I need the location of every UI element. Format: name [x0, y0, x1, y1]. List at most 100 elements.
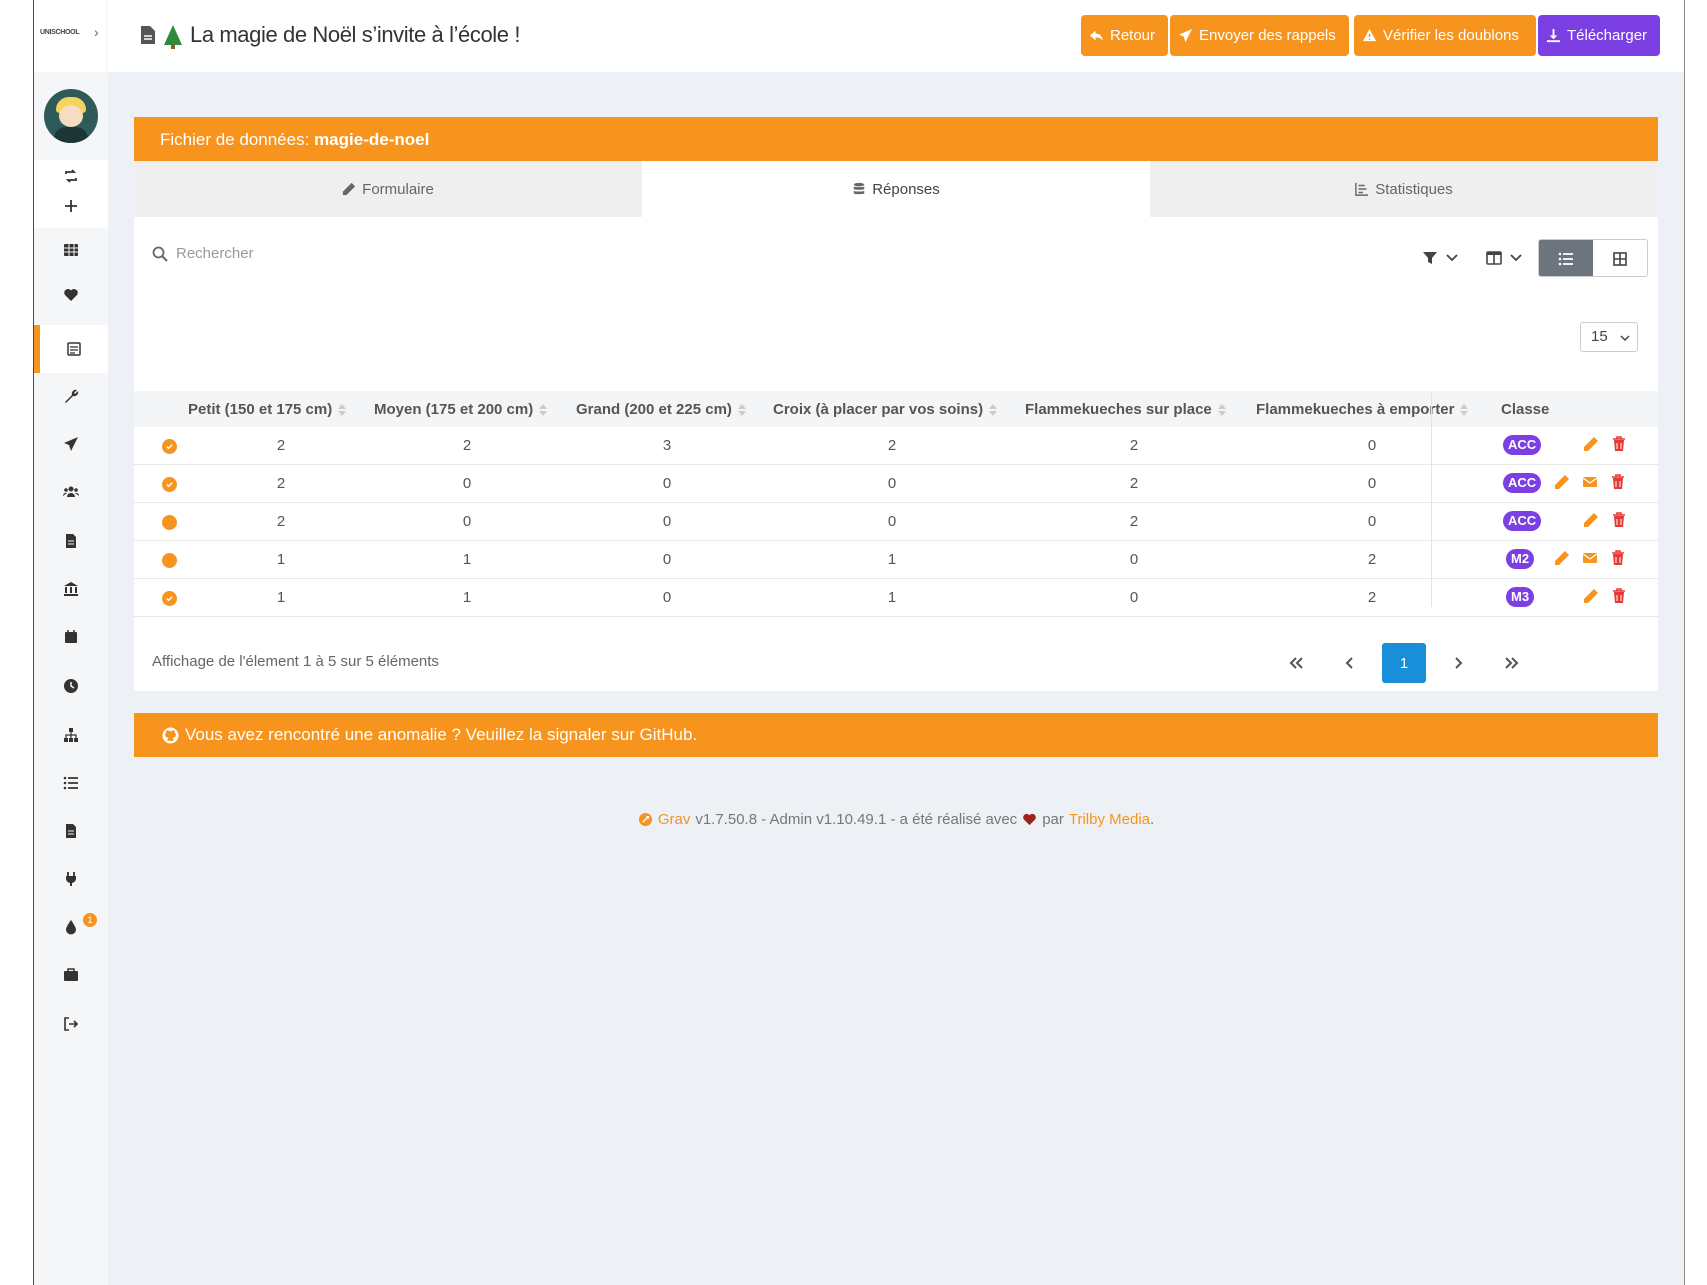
table-cell: 2 — [1367, 589, 1377, 606]
sidebar-item-history[interactable] — [34, 666, 108, 706]
sidebar-item-documents[interactable] — [34, 811, 108, 851]
email-icon[interactable] — [1582, 550, 1598, 571]
table-row[interactable]: 1 1 0 1 0 2 M3 — [134, 579, 1658, 617]
columns-dropdown[interactable] — [1478, 239, 1532, 277]
sidebar-item-structure[interactable] — [34, 715, 108, 755]
edit-icon[interactable] — [1583, 588, 1599, 609]
delete-icon[interactable] — [1611, 588, 1627, 609]
classe-badge: ACC — [1503, 511, 1542, 531]
table-row[interactable]: 2 2 3 2 2 0 ACC — [134, 427, 1658, 465]
table-cell: 1 — [276, 551, 286, 568]
table-cell: 1 — [462, 589, 472, 606]
pencil-icon — [343, 182, 356, 196]
sidebar-item-config[interactable] — [34, 376, 108, 416]
delete-icon[interactable] — [1610, 550, 1626, 571]
sidebar-item-list[interactable] — [34, 763, 108, 803]
chevron-down-icon — [1510, 254, 1522, 262]
calendar-list-icon — [67, 342, 81, 356]
sidebar-item-tools[interactable] — [34, 955, 108, 995]
sidebar-item-users[interactable] — [34, 472, 108, 512]
list-icon — [63, 776, 78, 790]
download-icon — [1546, 28, 1561, 43]
table-cell: 0 — [1367, 513, 1377, 530]
classe-badge: M2 — [1506, 549, 1535, 569]
list-view-button[interactable] — [1539, 240, 1593, 276]
column-header-flammekueches-sur-place[interactable]: Flammekueches sur place — [1025, 401, 1226, 418]
table-cell: 0 — [462, 475, 472, 492]
sidebar-item-messages[interactable] — [34, 424, 108, 464]
table-cell: 0 — [662, 551, 672, 568]
trilby-media-link[interactable]: Trilby Media — [1069, 811, 1150, 828]
double-chevron-right-icon — [1505, 657, 1519, 669]
table-cell: 2 — [276, 475, 286, 492]
send-reminders-button[interactable]: Envoyer des rappels — [1170, 15, 1349, 56]
sidebar-item-calendar[interactable] — [34, 617, 108, 657]
search-input[interactable]: Rechercher — [176, 245, 254, 262]
table-row[interactable]: 2 0 0 0 2 0 ACC — [134, 503, 1658, 541]
delete-icon[interactable] — [1611, 436, 1627, 457]
sidebar-item-pages[interactable] — [34, 521, 108, 561]
edit-icon[interactable] — [1583, 436, 1599, 457]
delete-icon[interactable] — [1611, 512, 1627, 533]
logout-icon — [64, 1017, 79, 1031]
column-header-classe[interactable]: Classe — [1501, 401, 1551, 418]
sidebar-item-forms[interactable] — [34, 325, 108, 373]
back-button[interactable]: Retour — [1081, 15, 1168, 56]
edit-icon[interactable] — [1583, 512, 1599, 533]
next-page-button[interactable] — [1436, 643, 1480, 683]
page-1-button[interactable]: 1 — [1382, 643, 1426, 683]
page-title-wrap: La magie de Noël s’invite à l’école ! — [140, 22, 520, 49]
sitemap-icon — [64, 728, 78, 742]
data-file-name: magie-de-noel — [314, 130, 430, 149]
sidebar-toggle-button[interactable]: › — [94, 24, 99, 40]
add-icon[interactable] — [34, 186, 108, 226]
sidebar-item-institution[interactable] — [34, 569, 108, 609]
status-pending-icon — [162, 553, 177, 568]
table-icon — [64, 244, 78, 256]
table-header: Petit (150 et 175 cm) Moyen (175 et 200 … — [134, 391, 1658, 427]
last-page-button[interactable] — [1490, 643, 1534, 683]
bug-report-bar[interactable]: Vous avez rencontré une anomalie ? Veuil… — [134, 713, 1658, 757]
table-cell: 1 — [276, 589, 286, 606]
previous-page-button[interactable] — [1328, 643, 1372, 683]
grav-link[interactable]: Grav — [658, 811, 691, 828]
delete-icon[interactable] — [1610, 474, 1626, 495]
classe-badge: ACC — [1503, 435, 1542, 455]
column-header-petit[interactable]: Petit (150 et 175 cm) — [188, 401, 347, 418]
tab-statistiques[interactable]: Statistiques — [1150, 161, 1658, 217]
table-row[interactable]: 1 1 0 1 0 2 M2 — [134, 541, 1658, 579]
check-duplicates-button[interactable]: Vérifier les doublons — [1354, 15, 1536, 56]
edit-icon[interactable] — [1554, 474, 1570, 495]
tab-reponses[interactable]: Réponses — [642, 161, 1150, 217]
table-cell: 2 — [1129, 513, 1139, 530]
droplet-icon — [66, 920, 76, 935]
logo: UNISCHOOL — [40, 29, 80, 36]
column-header-moyen[interactable]: Moyen (175 et 200 cm) — [374, 401, 548, 418]
logo-area: UNISCHOOL › — [34, 0, 108, 72]
column-header-croix[interactable]: Croix (à placer par vos soins) — [773, 401, 998, 418]
table-row[interactable]: 2 0 0 0 2 0 ACC — [134, 465, 1658, 503]
table-cell: 0 — [887, 513, 897, 530]
sidebar-item-logout[interactable] — [34, 1004, 108, 1044]
table-cell: 2 — [887, 437, 897, 454]
tab-formulaire[interactable]: Formulaire — [134, 161, 642, 217]
plug-icon — [66, 872, 76, 886]
edit-icon[interactable] — [1554, 550, 1570, 571]
first-page-button[interactable] — [1274, 643, 1318, 683]
grid-view-button[interactable] — [1593, 240, 1647, 276]
email-icon[interactable] — [1582, 474, 1598, 495]
page-size-select[interactable]: 15 — [1580, 322, 1638, 352]
sidebar-item-plugins[interactable] — [34, 859, 108, 899]
table-cell: 0 — [662, 513, 672, 530]
sidebar-item-dashboard[interactable] — [34, 230, 108, 270]
table-cell: 2 — [462, 437, 472, 454]
avatar[interactable] — [44, 89, 98, 143]
row-actions — [1583, 512, 1627, 533]
column-header-flammekueches-a-emporter[interactable]: Flammekueches à emporter — [1256, 401, 1469, 418]
sidebar-item-themes[interactable]: 1 — [34, 907, 108, 947]
search-box[interactable]: Rechercher — [152, 245, 254, 262]
sidebar-item-favorites[interactable] — [34, 275, 108, 315]
download-button[interactable]: Télécharger — [1538, 15, 1660, 56]
filter-dropdown[interactable] — [1414, 239, 1468, 277]
column-header-grand[interactable]: Grand (200 et 225 cm) — [576, 401, 746, 418]
